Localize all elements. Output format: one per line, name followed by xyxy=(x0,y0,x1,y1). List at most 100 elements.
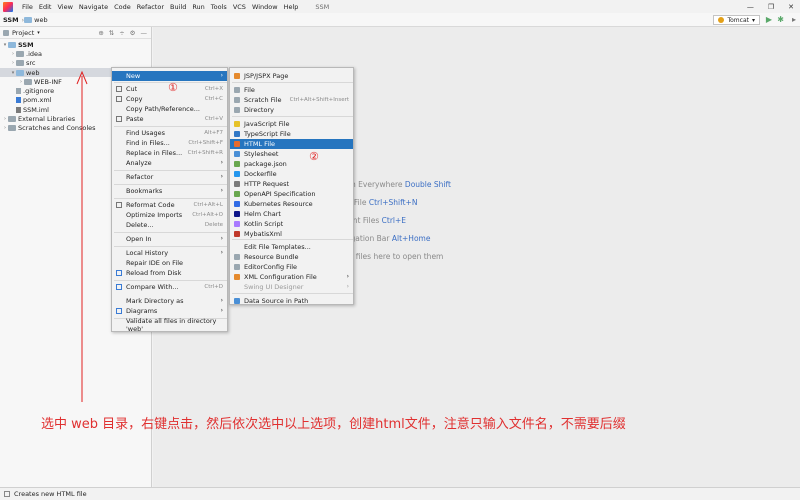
menu-build[interactable]: Build xyxy=(167,3,189,11)
new-submenu-item-editorconfig-file[interactable]: EditorConfig File xyxy=(230,262,353,272)
menu-separator xyxy=(114,280,227,281)
new-submenu-item-helm-chart[interactable]: Helm Chart xyxy=(230,209,353,219)
context-menu-item-reload-from-disk[interactable]: Reload from Disk xyxy=(112,268,227,278)
menu-item-label: Refactor xyxy=(126,172,154,181)
context-menu-item-optimize-imports[interactable]: Optimize Imports Ctrl+Alt+O xyxy=(112,210,227,220)
context-menu-item-new[interactable]: New › xyxy=(112,71,227,81)
expand-all-icon[interactable]: ÷ xyxy=(119,29,124,37)
editor-hint-shortcut: Ctrl+Shift+N xyxy=(368,198,418,207)
menu-separator xyxy=(114,232,227,233)
new-submenu-item-scratch-file[interactable]: Scratch File Ctrl+Alt+Shift+Insert xyxy=(230,95,353,105)
locate-icon[interactable]: ⊕ xyxy=(98,29,103,37)
annotation-text: 选中 web 目录，右键点击，然后依次选中以上选项，创建html文件，注意只输入… xyxy=(41,417,626,432)
project-panel-title[interactable]: Project xyxy=(12,29,34,37)
menu-refactor[interactable]: Refactor xyxy=(134,3,167,11)
menu-item-label: Analyze xyxy=(126,158,152,167)
context-menu-item-copy[interactable]: Copy Ctrl+C xyxy=(112,94,227,104)
menu-code[interactable]: Code xyxy=(111,3,134,11)
menu-navigate[interactable]: Navigate xyxy=(76,3,111,11)
menu-item-label: Scratch File xyxy=(244,95,282,104)
menu-file[interactable]: File xyxy=(19,3,36,11)
context-menu-item-repair-ide-on-file[interactable]: Repair IDE on File xyxy=(112,258,227,268)
context-menu-item-delete[interactable]: Delete... Delete xyxy=(112,220,227,230)
context-menu-item-compare-with[interactable]: Compare With... Ctrl+D xyxy=(112,282,227,292)
menu-item-label: JSP/JSPX Page xyxy=(244,71,289,80)
menu-tools[interactable]: Tools xyxy=(208,3,230,11)
new-submenu-item-xml-configuration-file[interactable]: XML Configuration File › xyxy=(230,272,353,282)
new-submenu-item-data-source-in-path[interactable]: Data Source in Path xyxy=(230,296,353,306)
tree-item-label: WEB-INF xyxy=(34,77,62,86)
menu-view[interactable]: View xyxy=(54,3,75,11)
toggle-panels-icon[interactable] xyxy=(4,491,10,497)
menu-window[interactable]: Window xyxy=(249,3,281,11)
new-submenu-item-directory[interactable]: Directory xyxy=(230,105,353,115)
context-menu-item-replace-in-files[interactable]: Replace in Files... Ctrl+Shift+R xyxy=(112,148,227,158)
breadcrumb-folder[interactable]: web xyxy=(24,16,48,24)
new-submenu-item-http-request[interactable]: HTTP Request xyxy=(230,179,353,189)
menu-item-label: Local History xyxy=(126,248,169,257)
context-menu-item-diagrams[interactable]: Diagrams › xyxy=(112,306,227,316)
minimize-icon[interactable]: — xyxy=(747,3,754,11)
project-toolbar: ⊕ ⇅ ÷ ⚙ — xyxy=(98,27,147,39)
menu-separator xyxy=(232,116,353,117)
close-icon[interactable]: ✕ xyxy=(788,3,794,11)
context-menu-item-paste[interactable]: Paste Ctrl+V xyxy=(112,114,227,124)
new-submenu-item-html-file[interactable]: HTML File xyxy=(230,139,353,149)
menu-item-label: Repair IDE on File xyxy=(126,258,184,267)
breadcrumb-project[interactable]: SSM xyxy=(0,16,22,24)
new-submenu-item-resource-bundle[interactable]: Resource Bundle xyxy=(230,252,353,262)
new-submenu-item-mybatisxml[interactable]: MybatisXml xyxy=(230,229,353,239)
hide-icon[interactable]: — xyxy=(141,29,148,37)
context-menu-item-find-usages[interactable]: Find Usages Alt+F7 xyxy=(112,128,227,138)
new-submenu-item-file[interactable]: File xyxy=(230,85,353,95)
chevron-down-icon[interactable]: ▾ xyxy=(37,30,40,36)
tree-item[interactable]: › .idea xyxy=(0,49,151,58)
maximize-icon[interactable]: ❐ xyxy=(768,3,774,11)
new-submenu-item-stylesheet[interactable]: Stylesheet xyxy=(230,149,353,159)
run-config-selector[interactable]: Tomcat ▾ xyxy=(713,15,760,25)
context-menu-item-refactor[interactable]: Refactor › xyxy=(112,172,227,182)
new-submenu-item-openapi-specification[interactable]: OpenAPI Specification xyxy=(230,189,353,199)
context-menu-item-copy-path-reference[interactable]: Copy Path/Reference... xyxy=(112,104,227,114)
context-menu-item-local-history[interactable]: Local History › xyxy=(112,248,227,258)
menu-run[interactable]: Run xyxy=(189,3,207,11)
menu-item-icon xyxy=(116,115,122,122)
menu-item-label: Data Source in Path xyxy=(244,296,309,305)
editor-hint-shortcut: Double Shift xyxy=(404,180,451,189)
menu-item-shortcut: Ctrl+X xyxy=(204,85,223,92)
run-icon[interactable]: ▶ xyxy=(766,15,772,25)
new-submenu-item-jsp-jspx-page[interactable]: JSP/JSPX Page xyxy=(230,71,353,81)
editor-hint-shortcut: Alt+Home xyxy=(391,234,431,243)
context-menu-item-reformat-code[interactable]: Reformat Code Ctrl+Alt+L xyxy=(112,200,227,210)
new-submenu-item-kubernetes-resource[interactable]: Kubernetes Resource xyxy=(230,199,353,209)
new-submenu-item-package-json[interactable]: package.json xyxy=(230,159,353,169)
menu-item-shortcut: Ctrl+C xyxy=(204,95,223,102)
context-menu-item-find-in-files[interactable]: Find in Files... Ctrl+Shift+F xyxy=(112,138,227,148)
menu-item-label: Find in Files... xyxy=(126,138,170,147)
new-submenu-item-edit-file-templates[interactable]: Edit File Templates... xyxy=(230,242,353,252)
menu-vcs[interactable]: VCS xyxy=(230,3,249,11)
more-actions-icon[interactable]: ▸ xyxy=(792,15,796,25)
new-submenu-item-javascript-file[interactable]: JavaScript File xyxy=(230,119,353,129)
new-submenu-item-kotlin-script[interactable]: Kotlin Script xyxy=(230,219,353,229)
tree-item[interactable]: ▾ SSM xyxy=(0,40,151,49)
context-menu-item-validate-all-files-in-directory-web[interactable]: Validate all files in directory 'web' xyxy=(112,317,227,333)
debug-icon[interactable]: ✱ xyxy=(777,15,784,25)
menu-edit[interactable]: Edit xyxy=(36,3,55,11)
menu-item-label: Replace in Files... xyxy=(126,148,183,157)
gear-icon[interactable]: ⚙ xyxy=(130,29,136,37)
menu-item-shortcut: Ctrl+Shift+R xyxy=(187,149,223,156)
tree-item-label: web xyxy=(26,68,40,77)
window-controls: — ❐ ✕ xyxy=(747,0,794,13)
collapse-all-icon[interactable]: ⇅ xyxy=(109,29,114,37)
context-menu-item-bookmarks[interactable]: Bookmarks › xyxy=(112,186,227,196)
file-type-icon xyxy=(234,297,240,304)
menu-help[interactable]: Help xyxy=(281,3,302,11)
context-menu-item-open-in[interactable]: Open In › xyxy=(112,234,227,244)
new-submenu-item-typescript-file[interactable]: TypeScript File xyxy=(230,129,353,139)
context-menu-item-mark-directory-as[interactable]: Mark Directory as › xyxy=(112,296,227,306)
new-submenu-item-dockerfile[interactable]: Dockerfile xyxy=(230,169,353,179)
folder-icon xyxy=(24,78,32,85)
context-menu-item-analyze[interactable]: Analyze › xyxy=(112,158,227,168)
run-config-label: Tomcat xyxy=(727,16,749,24)
